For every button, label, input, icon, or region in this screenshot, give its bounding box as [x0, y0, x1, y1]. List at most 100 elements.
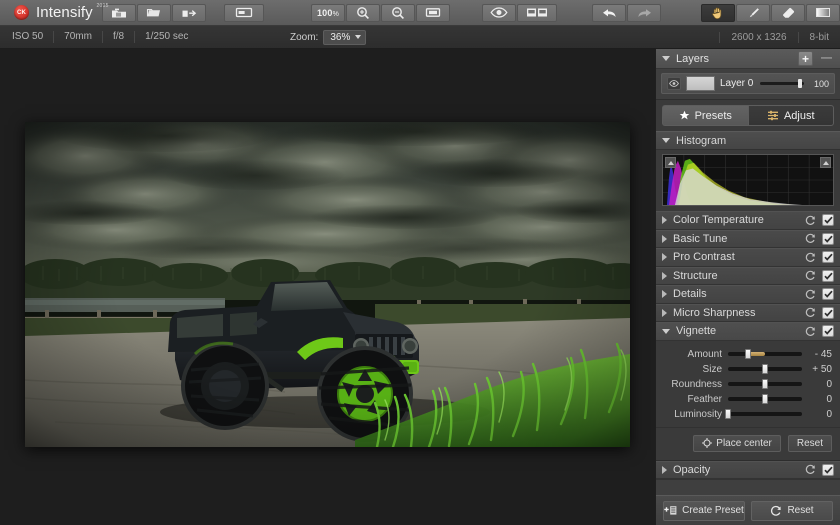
slider-track-size[interactable] — [728, 367, 802, 371]
canvas-area[interactable] — [0, 49, 655, 525]
vignette-reset-button[interactable]: Reset — [788, 435, 832, 452]
chevron-down-icon[interactable] — [662, 138, 670, 143]
slider-handle-amount[interactable] — [745, 349, 751, 359]
shadow-clipping-toggle[interactable] — [665, 157, 676, 168]
adjustment-row-vignette[interactable]: Vignette — [656, 322, 840, 341]
crop-frame-button[interactable] — [224, 4, 264, 22]
chevron-right-icon[interactable] — [662, 216, 667, 224]
slider-handle-size[interactable] — [762, 364, 768, 374]
layers-title: Layers — [676, 53, 792, 65]
slider-value-roundness: 0 — [808, 379, 832, 390]
adjustment-row-basic-tune[interactable]: Basic Tune — [656, 230, 840, 249]
layer-opacity-handle[interactable] — [798, 79, 802, 88]
tab-adjust[interactable]: Adjust — [748, 105, 835, 126]
reset-icon[interactable] — [805, 215, 816, 226]
adjustment-enabled-checkbox[interactable] — [822, 270, 834, 282]
adjustment-enabled-checkbox[interactable] — [822, 325, 834, 337]
slider-handle-feather[interactable] — [762, 394, 768, 404]
share-export-button[interactable] — [172, 4, 206, 22]
brush-tool-button[interactable] — [736, 4, 770, 22]
vignette-actions: Place center Reset — [656, 428, 840, 461]
chevron-down-icon[interactable] — [662, 329, 670, 334]
star-icon — [679, 110, 690, 121]
adjustment-enabled-checkbox[interactable] — [822, 288, 834, 300]
adjustment-row-structure[interactable]: Structure — [656, 267, 840, 286]
adjustment-name: Pro Contrast — [673, 251, 799, 263]
chevron-down-icon[interactable] — [662, 56, 670, 61]
histogram-graph — [662, 154, 834, 206]
chevron-right-icon[interactable] — [662, 253, 667, 261]
hand-tool-button[interactable] — [701, 4, 735, 22]
layer-opacity-slider[interactable] — [760, 82, 804, 85]
zoom-in-button[interactable] — [346, 4, 380, 22]
undo-button[interactable] — [592, 4, 626, 22]
slider-handle-luminosity[interactable] — [725, 409, 731, 419]
adjustment-enabled-checkbox[interactable] — [822, 307, 834, 319]
split-compare-button[interactable] — [517, 4, 557, 22]
zoom-control: Zoom: 36% — [290, 30, 366, 45]
reset-icon[interactable] — [805, 270, 816, 281]
remove-layer-button[interactable]: — — [819, 51, 834, 66]
chevron-right-icon[interactable] — [662, 466, 667, 474]
histogram-curves — [663, 155, 833, 205]
redo-button[interactable] — [627, 4, 661, 22]
eraser-tool-button[interactable] — [771, 4, 805, 22]
preview-toggle-button[interactable] — [482, 4, 516, 22]
slider-value-luminosity: 0 — [808, 409, 832, 420]
folder-button[interactable] — [137, 4, 171, 22]
slider-track-amount[interactable] — [728, 352, 802, 356]
layer-opacity-value: 100 — [811, 79, 829, 89]
slider-row-size: Size+ 50 — [660, 362, 832, 377]
add-preset-icon — [664, 505, 677, 516]
highlight-clipping-toggle[interactable] — [820, 157, 831, 168]
vignette-sliders: Amount- 45Size+ 50Roundness0Feather0Lumi… — [656, 341, 840, 428]
reset-icon[interactable] — [805, 307, 816, 318]
gradient-tool-button[interactable] — [806, 4, 840, 22]
adjustment-row-color-temperature[interactable]: Color Temperature — [656, 211, 840, 230]
slider-track-roundness[interactable] — [728, 382, 802, 386]
adjustment-enabled-checkbox[interactable] — [822, 464, 834, 476]
layer-visibility-toggle[interactable] — [667, 77, 681, 90]
reset-icon[interactable] — [805, 326, 816, 337]
adjustment-row-pro-contrast[interactable]: Pro Contrast — [656, 248, 840, 267]
zoom-out-button[interactable] — [381, 4, 415, 22]
reset-all-button[interactable]: Reset — [751, 501, 833, 521]
slider-track-luminosity[interactable] — [728, 412, 802, 416]
place-center-button[interactable]: Place center — [693, 435, 781, 452]
reset-icon[interactable] — [805, 252, 816, 263]
refresh-icon — [770, 505, 782, 517]
exif-focal-length: 70mm — [54, 31, 103, 43]
zoom-level-value: 36% — [330, 32, 350, 43]
photo-frame[interactable] — [25, 122, 630, 447]
adjustment-enabled-checkbox[interactable] — [822, 233, 834, 245]
adjustment-row-opacity[interactable]: Opacity — [656, 461, 840, 480]
zoom-100-button[interactable]: 100% — [311, 4, 345, 22]
add-layer-button[interactable]: + — [798, 51, 813, 66]
zoom-button-group: 100% — [311, 4, 450, 22]
adjustment-name: Structure — [673, 270, 799, 282]
adjustment-enabled-checkbox[interactable] — [822, 214, 834, 226]
chevron-right-icon[interactable] — [662, 272, 667, 280]
reset-icon[interactable] — [805, 464, 816, 475]
reset-icon[interactable] — [805, 289, 816, 300]
tab-presets[interactable]: Presets — [662, 105, 748, 126]
tab-presets-label: Presets — [695, 110, 732, 122]
adjustment-row-details[interactable]: Details — [656, 285, 840, 304]
zoom-level-dropdown[interactable]: 36% — [323, 30, 366, 45]
logo-badge-text: CK — [17, 10, 26, 16]
layer-thumbnail[interactable] — [686, 76, 715, 91]
intensify-window: CK Intensify 2015 — [0, 0, 840, 525]
slider-handle-roundness[interactable] — [762, 379, 768, 389]
sliders-icon — [767, 110, 779, 121]
slider-track-feather[interactable] — [728, 397, 802, 401]
chevron-right-icon[interactable] — [662, 290, 667, 298]
layer-row[interactable]: Layer 0 100 — [661, 73, 835, 94]
chevron-right-icon[interactable] — [662, 309, 667, 317]
reset-icon[interactable] — [805, 233, 816, 244]
right-panel: Layers + — Layer 0 100 — [655, 49, 840, 525]
adjustment-row-micro-sharpness[interactable]: Micro Sharpness — [656, 304, 840, 323]
adjustment-enabled-checkbox[interactable] — [822, 251, 834, 263]
create-preset-button[interactable]: Create Preset — [663, 501, 745, 521]
fit-to-screen-button[interactable] — [416, 4, 450, 22]
chevron-right-icon[interactable] — [662, 235, 667, 243]
